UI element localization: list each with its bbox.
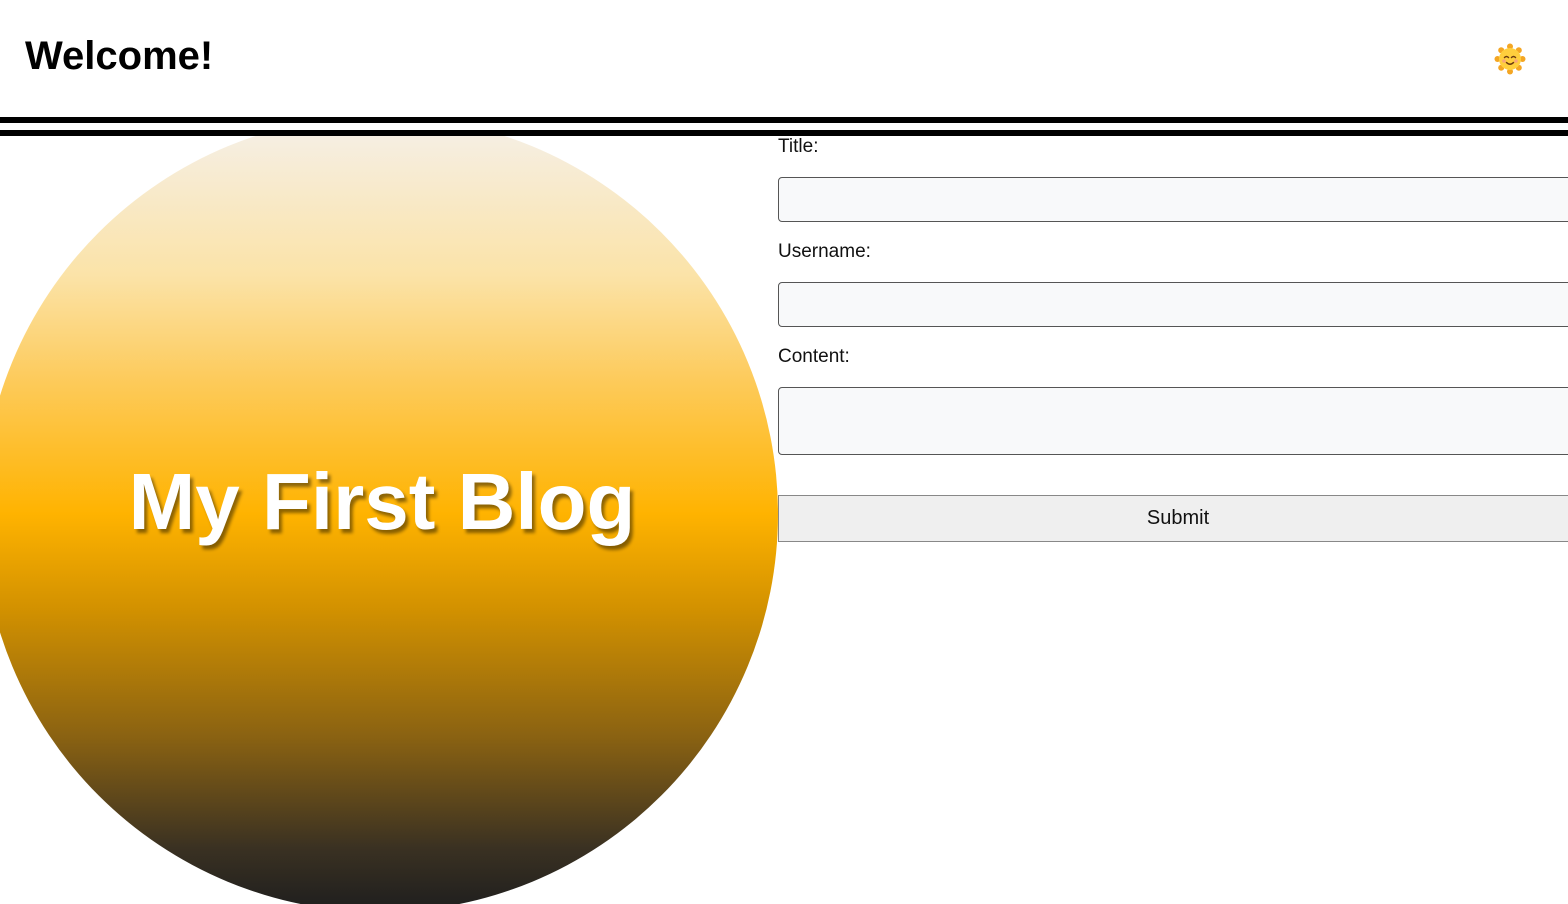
title-label: Title: <box>778 136 819 157</box>
hero-banner: My First Blog <box>0 136 778 904</box>
header-divider-top <box>0 117 1568 123</box>
sun-smile-icon <box>1494 43 1526 75</box>
submit-button[interactable]: Submit <box>778 495 1568 542</box>
page-header: Welcome! <box>0 0 1568 117</box>
username-label: Username: <box>778 241 871 262</box>
content-label: Content: <box>778 346 850 367</box>
theme-toggle-button[interactable] <box>1494 43 1526 75</box>
username-input[interactable] <box>778 282 1568 327</box>
title-input[interactable] <box>778 177 1568 222</box>
content-textarea[interactable] <box>778 387 1568 455</box>
page-title: Welcome! <box>25 34 214 78</box>
blog-title: My First Blog <box>128 457 636 546</box>
